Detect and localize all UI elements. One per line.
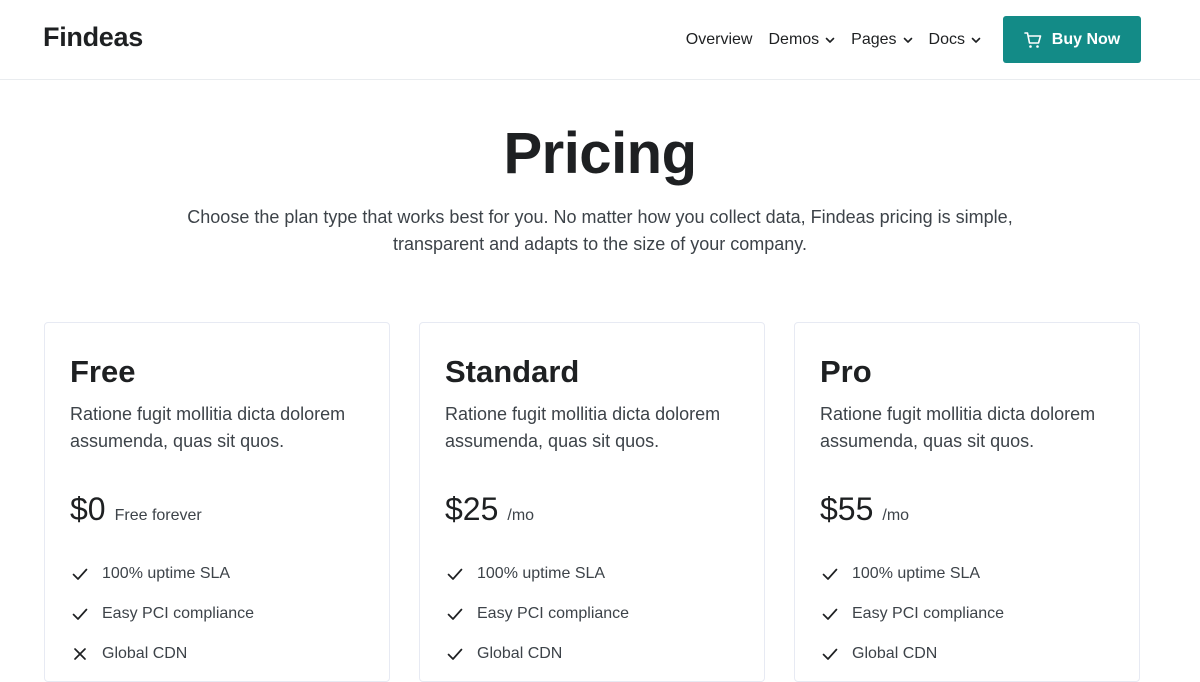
brand-logo[interactable]: Findeas [43, 22, 143, 53]
feature-item: Global CDN [70, 634, 364, 674]
feature-item: Global CDN [820, 634, 1114, 674]
main-nav: Overview Demos Pages Docs [686, 29, 981, 51]
feature-item: Global CDN [445, 634, 739, 674]
feature-item: Easy PCI compliance [70, 594, 364, 634]
check-icon [70, 564, 90, 584]
check-icon [820, 644, 840, 664]
check-icon [445, 564, 465, 584]
plan-name: Free [70, 354, 136, 389]
feature-label: 100% uptime SLA [852, 565, 981, 582]
plan-price-unit: /mo [882, 507, 910, 524]
chevron-down-icon [903, 35, 913, 45]
nav-demos-label: Demos [768, 31, 820, 48]
feature-item: 100% uptime SLA [445, 554, 739, 594]
feature-label: 100% uptime SLA [102, 565, 231, 582]
pricing-hero: Pricing Choose the plan type that works … [0, 118, 1200, 258]
feature-label: Global CDN [477, 645, 563, 662]
feature-item: 100% uptime SLA [820, 554, 1114, 594]
nav-overview-label: Overview [685, 31, 753, 48]
plan-features: 100% uptime SLA Easy PCI compliance Glob… [445, 554, 739, 674]
check-icon [445, 604, 465, 624]
page-subtitle: Choose the plan type that works best for… [187, 207, 1013, 254]
plan-description: Ratione fugit mollitia dicta dolorem ass… [445, 404, 721, 451]
check-icon [820, 564, 840, 584]
plan-price-unit: Free forever [114, 507, 202, 524]
plan-card-pro: Pro Ratione fugit mollitia dicta dolorem… [794, 322, 1140, 682]
plan-price: $55 [820, 491, 874, 527]
buy-now-label: Buy Now [1051, 30, 1121, 48]
plan-price: $25 [445, 491, 499, 527]
plan-description: Ratione fugit mollitia dicta dolorem ass… [820, 404, 1096, 451]
feature-label: Global CDN [102, 645, 188, 662]
feature-label: Easy PCI compliance [477, 605, 630, 622]
page-title: Pricing [503, 121, 697, 186]
plan-features: 100% uptime SLA Easy PCI compliance Glob… [70, 554, 364, 674]
plan-card-standard: Standard Ratione fugit mollitia dicta do… [419, 322, 765, 682]
navbar: Findeas Overview Demos Pages Docs Buy No… [0, 0, 1200, 80]
feature-label: Easy PCI compliance [102, 605, 255, 622]
plan-card-free: Free Ratione fugit mollitia dicta dolore… [44, 322, 390, 682]
chevron-down-icon [825, 35, 835, 45]
plan-price-row: $0 Free forever [70, 491, 364, 528]
buy-now-button[interactable]: Buy Now [1003, 16, 1141, 63]
nav-overview[interactable]: Overview [686, 29, 753, 51]
feature-label: Global CDN [852, 645, 938, 662]
pricing-cards: Free Ratione fugit mollitia dicta dolore… [44, 322, 1140, 682]
nav-docs[interactable]: Docs [929, 29, 981, 51]
plan-price: $0 [70, 491, 106, 527]
feature-label: 100% uptime SLA [477, 565, 606, 582]
feature-label: Easy PCI compliance [852, 605, 1005, 622]
plan-price-row: $25 /mo [445, 491, 739, 528]
plan-features: 100% uptime SLA Easy PCI compliance Glob… [820, 554, 1114, 674]
nav-pages[interactable]: Pages [851, 29, 912, 51]
plan-price-row: $55 /mo [820, 491, 1114, 528]
nav-demos[interactable]: Demos [768, 29, 835, 51]
plan-name: Pro [820, 354, 872, 389]
plan-description: Ratione fugit mollitia dicta dolorem ass… [70, 404, 346, 451]
x-icon [70, 644, 90, 664]
check-icon [70, 604, 90, 624]
cart-icon [1023, 31, 1042, 49]
feature-item: Easy PCI compliance [820, 594, 1114, 634]
nav-pages-label: Pages [851, 31, 897, 48]
nav-docs-label: Docs [928, 31, 965, 48]
feature-item: Easy PCI compliance [445, 594, 739, 634]
check-icon [820, 604, 840, 624]
plan-price-unit: /mo [507, 507, 535, 524]
plan-name: Standard [445, 354, 580, 389]
check-icon [445, 644, 465, 664]
chevron-down-icon [971, 35, 981, 45]
feature-item: 100% uptime SLA [70, 554, 364, 594]
